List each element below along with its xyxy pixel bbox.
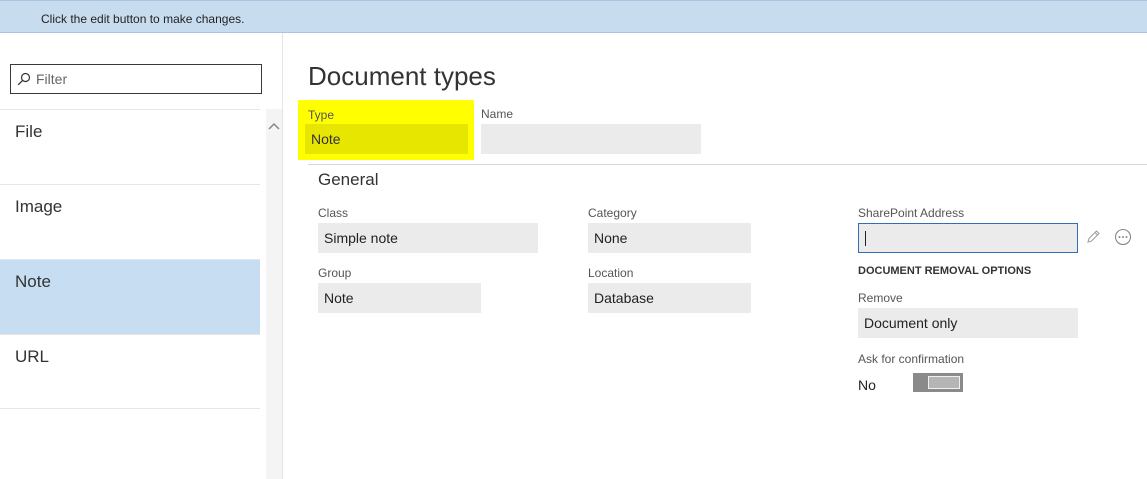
detail-pane: Document types Type Note Name General Cl… bbox=[284, 33, 1147, 479]
list-item-note[interactable]: Note bbox=[0, 259, 260, 334]
name-label: Name bbox=[481, 107, 514, 121]
type-field-highlight: Type Note bbox=[298, 100, 474, 160]
ask-confirmation-label: Ask for confirmation bbox=[858, 352, 965, 366]
search-icon bbox=[17, 72, 31, 86]
ask-confirmation-value: No bbox=[858, 377, 876, 393]
chevron-up-icon[interactable] bbox=[268, 121, 280, 131]
remove-field[interactable]: Document only bbox=[858, 308, 1078, 338]
section-divider bbox=[308, 164, 1147, 165]
document-type-list: File Image Note URL bbox=[0, 109, 260, 409]
list-item-label: URL bbox=[15, 347, 50, 366]
info-bar: Click the edit button to make changes. bbox=[0, 0, 1147, 33]
text-caret bbox=[865, 231, 866, 246]
list-item-label: Image bbox=[15, 197, 63, 216]
remove-label: Remove bbox=[858, 291, 903, 305]
list-item-label: File bbox=[15, 122, 43, 141]
category-field[interactable]: None bbox=[588, 223, 751, 253]
list-item-label: Note bbox=[15, 272, 51, 291]
sharepoint-address-input[interactable] bbox=[858, 223, 1078, 253]
sharepoint-address-label: SharePoint Address bbox=[858, 206, 965, 220]
class-field[interactable]: Simple note bbox=[318, 223, 538, 253]
list-pane: File Image Note URL bbox=[0, 33, 283, 479]
ask-confirmation-toggle[interactable] bbox=[913, 373, 963, 392]
location-label: Location bbox=[588, 266, 634, 280]
info-bar-message: Click the edit button to make changes. bbox=[41, 12, 245, 26]
filter-box[interactable] bbox=[10, 64, 262, 94]
page-title: Document types bbox=[308, 61, 496, 91]
name-field[interactable] bbox=[481, 124, 701, 154]
group-label: Group bbox=[318, 266, 352, 280]
location-field[interactable]: Database bbox=[588, 283, 751, 313]
list-item-file[interactable]: File bbox=[0, 109, 260, 184]
more-icon[interactable] bbox=[1114, 228, 1132, 246]
list-item-image[interactable]: Image bbox=[0, 184, 260, 259]
type-label: Type bbox=[308, 108, 335, 122]
list-scrollbar[interactable] bbox=[266, 109, 282, 479]
type-field[interactable]: Note bbox=[305, 124, 468, 154]
toggle-knob bbox=[928, 376, 960, 389]
category-label: Category bbox=[588, 206, 637, 220]
removal-options-heading: DOCUMENT REMOVAL OPTIONS bbox=[858, 265, 1032, 277]
list-item-url[interactable]: URL bbox=[0, 334, 260, 409]
group-field[interactable]: Note bbox=[318, 283, 481, 313]
general-section-title[interactable]: General bbox=[318, 170, 378, 190]
pencil-icon[interactable] bbox=[1084, 228, 1102, 246]
class-label: Class bbox=[318, 206, 349, 220]
filter-input[interactable] bbox=[36, 70, 256, 88]
